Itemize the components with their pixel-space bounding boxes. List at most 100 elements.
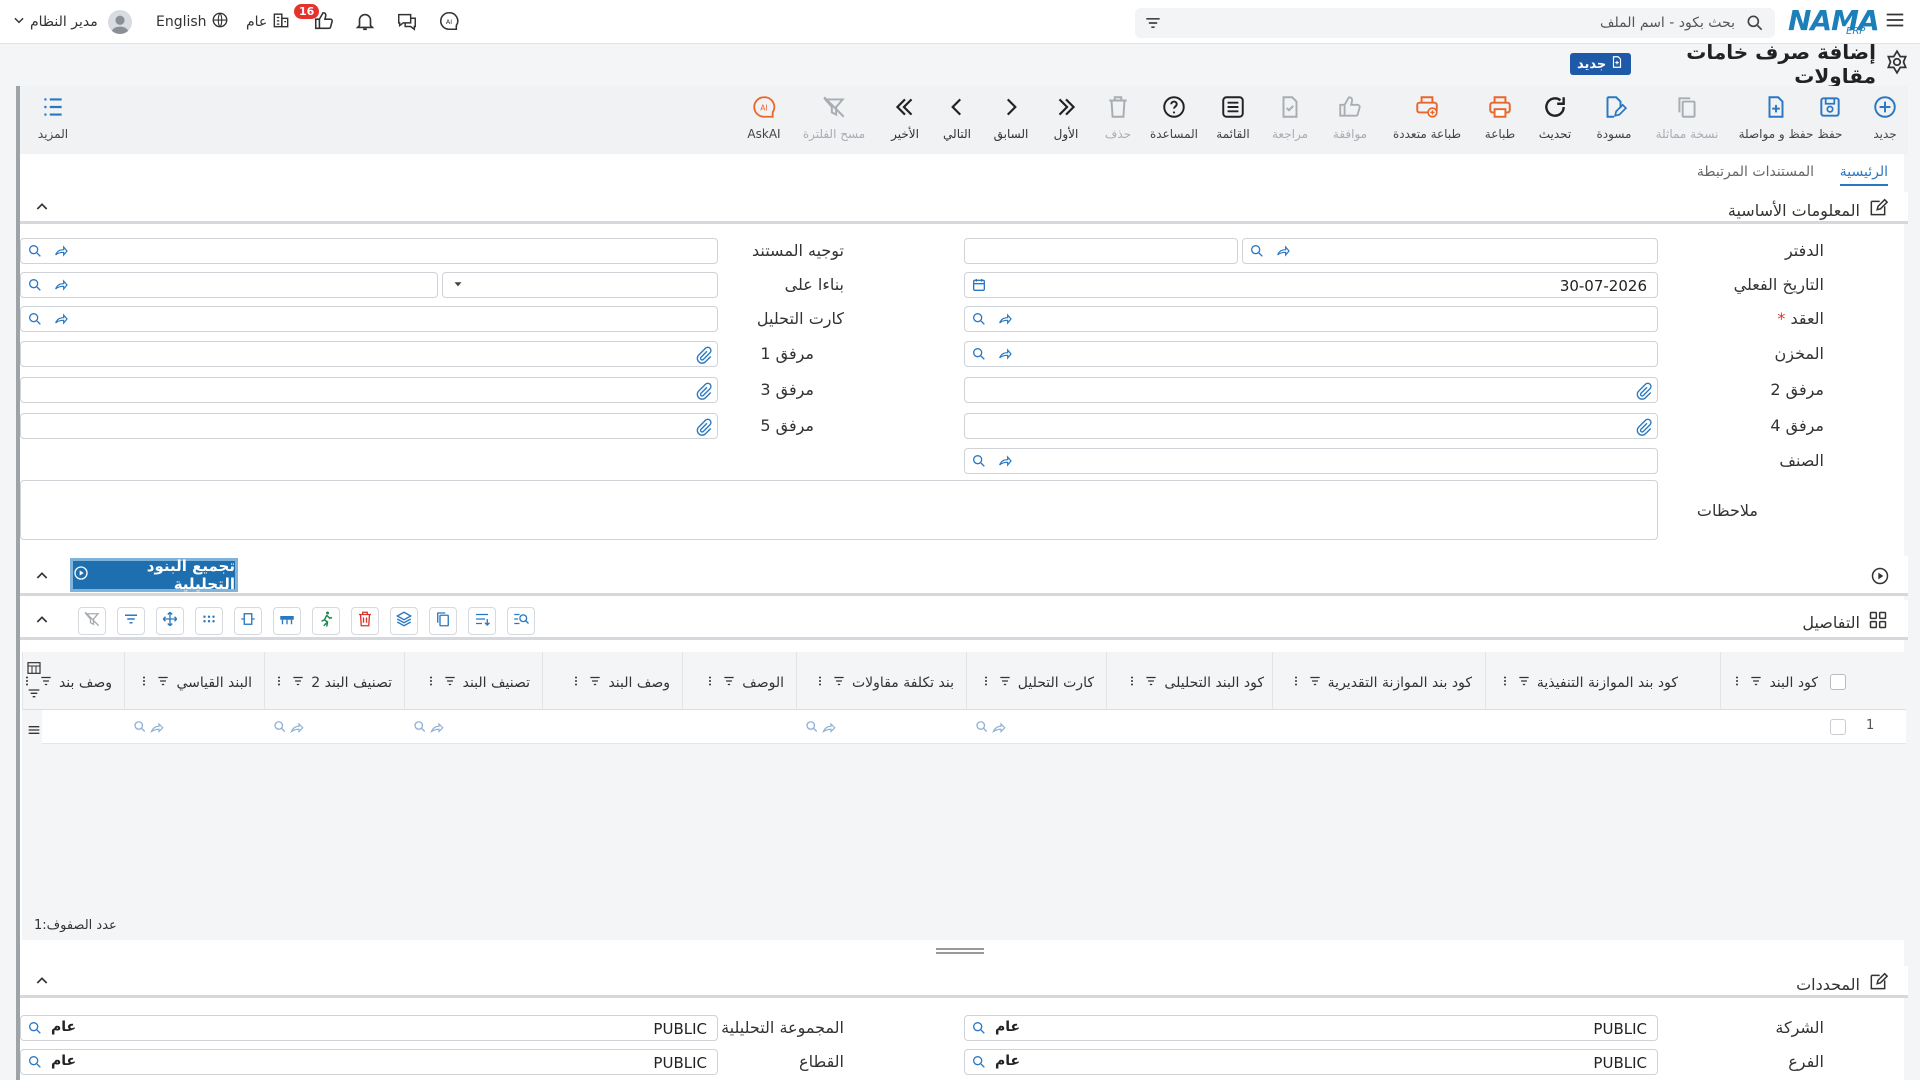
row-menu-icon[interactable] [26,722,42,742]
column-menu-icon[interactable] [138,674,150,692]
share-icon[interactable] [997,346,1013,362]
approve-button[interactable]: موافقة [1320,94,1380,150]
analytic-group-field[interactable]: PUBLIC عام [20,1015,718,1041]
grid-dots-button[interactable] [195,607,223,635]
copy-row-button[interactable] [429,607,457,635]
share-icon[interactable] [997,311,1013,327]
save-continue-button[interactable]: حفظ و مواصلة [1736,94,1816,150]
tab-related-documents[interactable]: المستندات المرتبطة [1697,164,1814,180]
paperclip-icon[interactable] [1635,418,1652,436]
move-grid-button[interactable] [156,607,184,635]
last-button[interactable]: الأخير [882,94,928,150]
column-menu-icon[interactable] [570,674,582,692]
column-separator[interactable] [264,652,265,710]
duplicate-button[interactable]: نسخة مماثلة [1652,94,1722,150]
column-menu-icon[interactable] [273,674,285,692]
search-refresh-icon[interactable] [27,1054,43,1070]
share-icon[interactable] [997,453,1013,469]
search-refresh-icon[interactable] [27,1020,43,1036]
search-refresh-icon[interactable] [971,1054,987,1070]
share-icon[interactable] [53,311,69,327]
row-checkbox[interactable] [1830,719,1846,735]
tab-main[interactable]: الرئيسية [1839,164,1888,186]
grid-column-header[interactable]: كود بند الموازنة التنفيذية [1499,674,1678,692]
clear-filter-grid-button[interactable] [78,607,106,635]
play-circle-icon[interactable] [1870,566,1890,590]
refresh-button[interactable]: تحديث [1530,94,1580,150]
sector-field[interactable]: PUBLIC عام [20,1049,718,1075]
calendar-icon[interactable] [971,277,987,293]
attachment4-field[interactable] [964,413,1658,439]
resize-handle[interactable] [936,948,984,954]
column-menu-icon[interactable] [1731,674,1743,692]
contract-field[interactable] [964,306,1658,332]
print-button[interactable]: طباعة [1475,94,1525,150]
grid-column-header[interactable]: تصنيف البند [425,674,530,692]
doc-direction-field[interactable] [20,238,718,264]
review-button[interactable]: مراجعة [1262,94,1318,150]
attachment2-field[interactable] [964,377,1658,403]
actual-date-field[interactable]: 30-07-2026 [964,272,1658,298]
more-button[interactable]: المزيد [28,94,78,150]
share-icon[interactable] [53,277,69,293]
column-filter-icon[interactable] [1308,674,1322,692]
search-refresh-icon[interactable] [27,243,43,259]
column-filter-icon[interactable] [588,674,602,692]
company-field[interactable]: PUBLIC عام [964,1015,1658,1041]
filter-funnel-icon[interactable] [26,686,42,706]
column-separator[interactable] [22,652,23,710]
collect-analytical-items-button[interactable]: تجميع البنود التحليلية [70,557,238,593]
notifications-button[interactable] [354,11,376,35]
column-filter-icon[interactable] [156,674,170,692]
language-switch[interactable]: English [156,12,229,32]
grid-column-header[interactable]: تصنيف البند 2 [273,674,392,692]
column-menu-icon[interactable] [1290,674,1302,692]
user-menu[interactable]: مدير النظام [12,10,132,34]
help-button[interactable]: المساعدة [1144,94,1204,150]
column-filter-icon[interactable] [722,674,736,692]
first-button[interactable]: الأول [1043,94,1089,150]
column-filter-icon[interactable] [443,674,457,692]
search-refresh-icon[interactable] [971,346,987,362]
previous-button[interactable]: السابق [988,94,1034,150]
fit-columns-button[interactable] [234,607,262,635]
cell-lookup-icons[interactable] [804,718,840,740]
multi-print-button[interactable]: طباعة متعددة [1384,94,1470,150]
filter-icon[interactable] [1143,13,1163,37]
paperclip-icon[interactable] [695,346,712,364]
search-refresh-icon[interactable] [971,453,987,469]
cell-lookup-icons[interactable] [132,718,168,740]
warehouse-field[interactable] [964,341,1658,367]
basic-info-header[interactable]: المعلومات الأساسية [20,192,1908,224]
chevron-up-icon[interactable] [34,199,50,215]
grid-column-header[interactable]: وصف البند [570,674,670,692]
cell-lookup-icons[interactable] [974,718,1010,740]
column-separator[interactable] [1485,652,1486,710]
table-row[interactable]: 1 [42,710,1906,744]
search-icon[interactable] [1745,13,1765,37]
based-on-field[interactable] [20,272,438,298]
grid-column-header[interactable]: كارت التحليل [980,674,1094,692]
column-menu-icon[interactable] [425,674,437,692]
chevron-up-icon[interactable] [34,612,50,628]
book-extra-field[interactable] [964,238,1238,264]
column-separator[interactable] [682,652,683,710]
attachment5-field[interactable] [20,413,718,439]
item-class-field[interactable] [964,448,1658,474]
column-separator[interactable] [796,652,797,710]
next-button[interactable]: التالي [934,94,980,150]
column-separator[interactable] [1272,652,1273,710]
column-filter-icon[interactable] [1144,674,1158,692]
dimensions-header[interactable]: المحددات [20,966,1908,998]
column-filter-icon[interactable] [1749,674,1763,692]
chevron-up-icon[interactable] [34,973,50,989]
attachment3-field[interactable] [20,377,718,403]
list-button[interactable]: القائمة [1208,94,1258,150]
notes-textarea[interactable] [20,480,1658,540]
column-filter-icon[interactable] [1517,674,1531,692]
search-refresh-icon[interactable] [971,1020,987,1036]
grid-column-header[interactable]: كود بند الموازنة التقديرية [1290,674,1472,692]
select-all-checkbox[interactable] [1830,674,1846,690]
hamburger-menu-button[interactable] [1884,10,1906,34]
sort-button[interactable] [468,607,496,635]
